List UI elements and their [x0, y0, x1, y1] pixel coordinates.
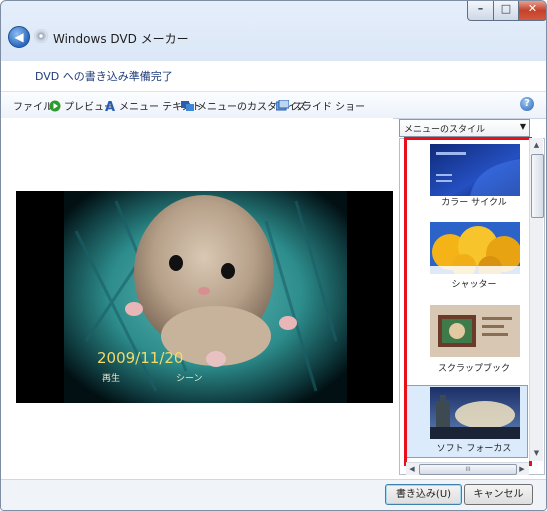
preview-area: 2009/11/20 再生 シーン [1, 118, 393, 481]
style-list-horizontal-scrollbar[interactable]: ◀ III ▶ [406, 462, 529, 475]
navigation-row: ◀ Windows DVD メーカー [1, 25, 546, 55]
close-button[interactable]: ✕ [518, 1, 546, 21]
back-button[interactable]: ◀ [8, 26, 30, 48]
customize-icon [181, 101, 194, 111]
close-icon: ✕ [527, 2, 538, 15]
minimize-button[interactable]: – [467, 1, 494, 21]
file-menu-label: ファイル [13, 102, 53, 113]
cancel-button[interactable]: キャンセル [464, 484, 533, 505]
preview-play-label: 再生 [102, 374, 121, 384]
text-A-icon: A [105, 100, 115, 112]
menu-style-dropdown-value: メニューのスタイル [404, 125, 486, 135]
maximize-button[interactable]: □ [493, 1, 519, 21]
title-bar: – □ ✕ [1, 1, 546, 25]
page-title: DVD への書き込み準備完了 [35, 70, 173, 83]
slideshow-icon [276, 100, 289, 111]
preview-date-title: 2009/11/20 [97, 349, 184, 367]
minimize-icon: – [477, 2, 484, 15]
app-title: Windows DVD メーカー [53, 32, 189, 46]
footer-bar: 書き込み(U) キャンセル [1, 479, 546, 510]
style-list-vertical-scrollbar[interactable]: ▲ ▼ [529, 138, 544, 461]
slideshow-button[interactable]: スライド ショー [276, 98, 365, 114]
maximize-icon: □ [500, 2, 512, 15]
dvd-maker-icon [34, 29, 48, 43]
red-annotation-frame [404, 137, 532, 466]
horizontal-scroll-thumb[interactable]: III [419, 464, 517, 475]
preview-scenes-label: シーン [176, 374, 203, 384]
scroll-right-icon[interactable]: ▶ [516, 463, 528, 475]
help-icon[interactable]: ? [520, 97, 534, 111]
vertical-scroll-thumb[interactable] [531, 154, 544, 218]
preview-background [16, 191, 393, 403]
menu-style-dropdown[interactable]: メニューのスタイル ▼ [399, 119, 530, 137]
scroll-down-icon[interactable]: ▼ [530, 447, 543, 460]
file-menu[interactable]: ファイル [13, 98, 53, 114]
dvd-maker-window: – □ ✕ ◀ Windows DVD メーカー DVD への書き込み準備完了 … [0, 0, 547, 511]
scroll-left-icon[interactable]: ◀ [406, 463, 418, 475]
command-bar: ファイル プレビュー A メニュー テキスト メニューのカスタマイズ スライド シ… [1, 91, 546, 119]
burn-button[interactable]: 書き込み(U) [385, 484, 462, 505]
menu-preview: 2009/11/20 再生 シーン [16, 191, 393, 403]
svg-text:A: A [105, 100, 115, 112]
back-arrow-icon: ◀ [14, 30, 24, 44]
play-icon [49, 100, 61, 112]
dropdown-arrow-icon: ▼ [519, 122, 526, 131]
slideshow-label: スライド ショー [292, 102, 366, 113]
scroll-up-icon[interactable]: ▲ [530, 139, 543, 152]
